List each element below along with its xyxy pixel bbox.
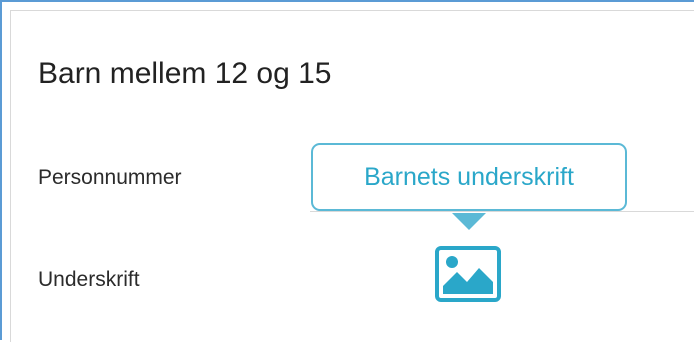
personnummer-field[interactable] [310, 211, 694, 212]
signature-tooltip: Barnets underskrift [311, 143, 627, 211]
section-title: Barn mellem 12 og 15 [38, 57, 332, 90]
personnummer-label: Personnummer [38, 166, 182, 189]
underskrift-label: Underskrift [38, 268, 140, 291]
tooltip-arrow [452, 213, 486, 230]
image-icon[interactable] [435, 246, 501, 302]
